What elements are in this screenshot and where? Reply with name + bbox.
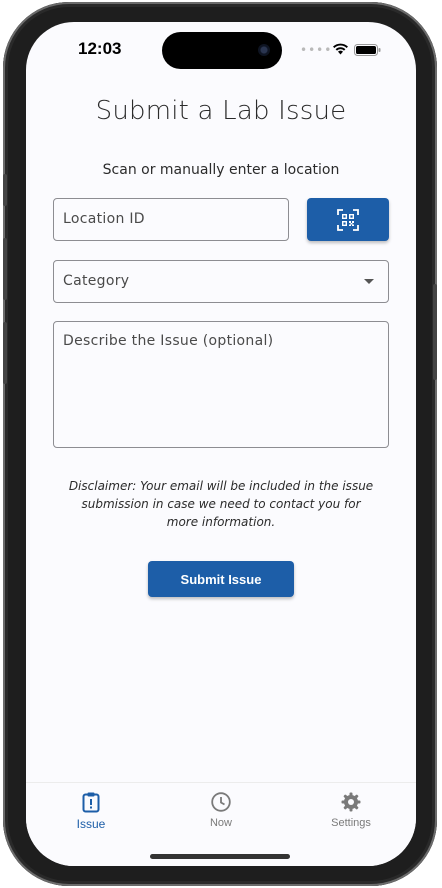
description-placeholder: Describe the Issue (optional) (63, 333, 274, 349)
page-title: Submit a Lab Issue (95, 96, 347, 126)
status-time: 12:03 (78, 39, 122, 58)
status-icons: •••• (300, 42, 381, 57)
battery-icon (354, 44, 381, 56)
issue-description-textarea[interactable]: Describe the Issue (optional) (53, 321, 389, 448)
scan-qr-button[interactable] (307, 198, 389, 241)
power-button (433, 284, 437, 380)
cellular-signal-icon: •••• (300, 43, 333, 57)
clock-icon (211, 792, 231, 812)
location-id-placeholder: Location ID (63, 211, 145, 227)
tab-now-label: Now (209, 817, 232, 829)
silent-switch (3, 174, 7, 206)
email-disclaimer: Disclaimer: Your email will be included … (68, 479, 374, 529)
category-placeholder: Category (63, 273, 130, 289)
phone-frame: 12:03 •••• Submit a Lab Issue Scan or ma… (3, 2, 437, 886)
tab-settings-label: Settings (331, 817, 371, 829)
tab-now[interactable]: Now (176, 791, 266, 829)
status-bar: 12:03 •••• (26, 22, 416, 76)
tab-issue-label: Issue (76, 817, 106, 831)
category-select[interactable]: Category (53, 260, 389, 303)
clipboard-alert-icon (82, 792, 100, 813)
wifi-icon (333, 43, 348, 55)
volume-down-button (3, 322, 7, 384)
home-indicator (150, 854, 290, 859)
tab-settings[interactable]: Settings (306, 791, 396, 829)
dynamic-island (162, 32, 282, 69)
app-screen: 12:03 •••• Submit a Lab Issue Scan or ma… (26, 22, 416, 866)
volume-up-button (3, 238, 7, 300)
submit-issue-button[interactable]: Submit Issue (148, 561, 294, 597)
qr-code-scan-icon (337, 208, 359, 231)
tab-issue[interactable]: Issue (46, 791, 136, 831)
location-id-input[interactable]: Location ID (53, 198, 289, 241)
gear-icon (341, 792, 361, 812)
camera-icon (258, 44, 270, 56)
dropdown-arrow-icon (364, 279, 374, 284)
page-subtitle: Scan or manually enter a location (102, 162, 340, 178)
